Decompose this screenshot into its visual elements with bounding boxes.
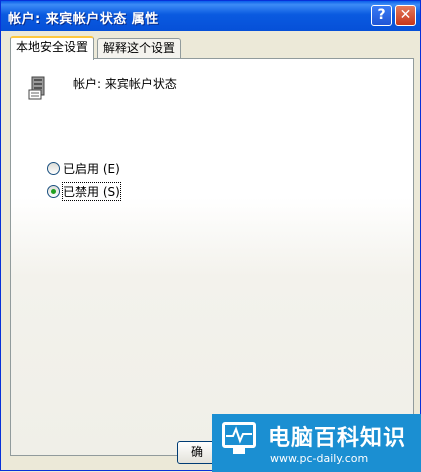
watermark-title: 电脑百科知识 xyxy=(268,426,407,451)
monitor-stand xyxy=(233,448,245,454)
ok-button[interactable]: 确 xyxy=(177,441,217,464)
policy-title: 帐户: 来宾帐户状态 xyxy=(73,77,177,91)
radio-label: 已禁用 (S) xyxy=(62,182,121,201)
close-button[interactable]: ✕ xyxy=(395,5,416,26)
title-bar[interactable]: 帐户: 来宾帐户状态 属性 ? ✕ xyxy=(1,1,420,31)
tab-label: 解释这个设置 xyxy=(103,41,176,55)
policy-server-icon xyxy=(28,76,45,100)
help-icon: ? xyxy=(377,7,386,23)
radio-circle[interactable] xyxy=(47,185,60,198)
tab-local-security-setting[interactable]: 本地安全设置 xyxy=(10,36,95,60)
help-button[interactable]: ? xyxy=(371,5,392,26)
dialog-client-area: 本地安全设置 解释这个设置 帐户: 来宾帐户状态 已启用 (E) 已禁用 (S)… xyxy=(5,31,416,468)
tab-panel: 帐户: 来宾帐户状态 已启用 (E) 已禁用 (S) xyxy=(10,58,414,456)
ok-label: 确 xyxy=(190,445,203,459)
radio-circle[interactable] xyxy=(47,162,60,175)
window-title: 帐户: 来宾帐户状态 属性 xyxy=(8,12,159,27)
monitor-icon xyxy=(222,422,256,448)
watermark-logo: 电脑百科知识 www.pc-daily.com xyxy=(212,414,421,472)
tab-explain-setting[interactable]: 解释这个设置 xyxy=(97,38,182,58)
pulse-icon xyxy=(226,426,252,444)
radio-disabled[interactable]: 已禁用 (S) xyxy=(47,182,121,201)
close-icon: ✕ xyxy=(399,7,412,23)
watermark-url: www.pc-daily.com xyxy=(270,452,369,465)
radio-label: 已启用 (E) xyxy=(63,162,120,176)
radio-enabled[interactable]: 已启用 (E) xyxy=(47,160,120,177)
tab-label: 本地安全设置 xyxy=(16,40,89,54)
properties-dialog: 帐户: 来宾帐户状态 属性 ? ✕ 本地安全设置 解释这个设置 帐户: 来宾帐户… xyxy=(0,0,421,472)
